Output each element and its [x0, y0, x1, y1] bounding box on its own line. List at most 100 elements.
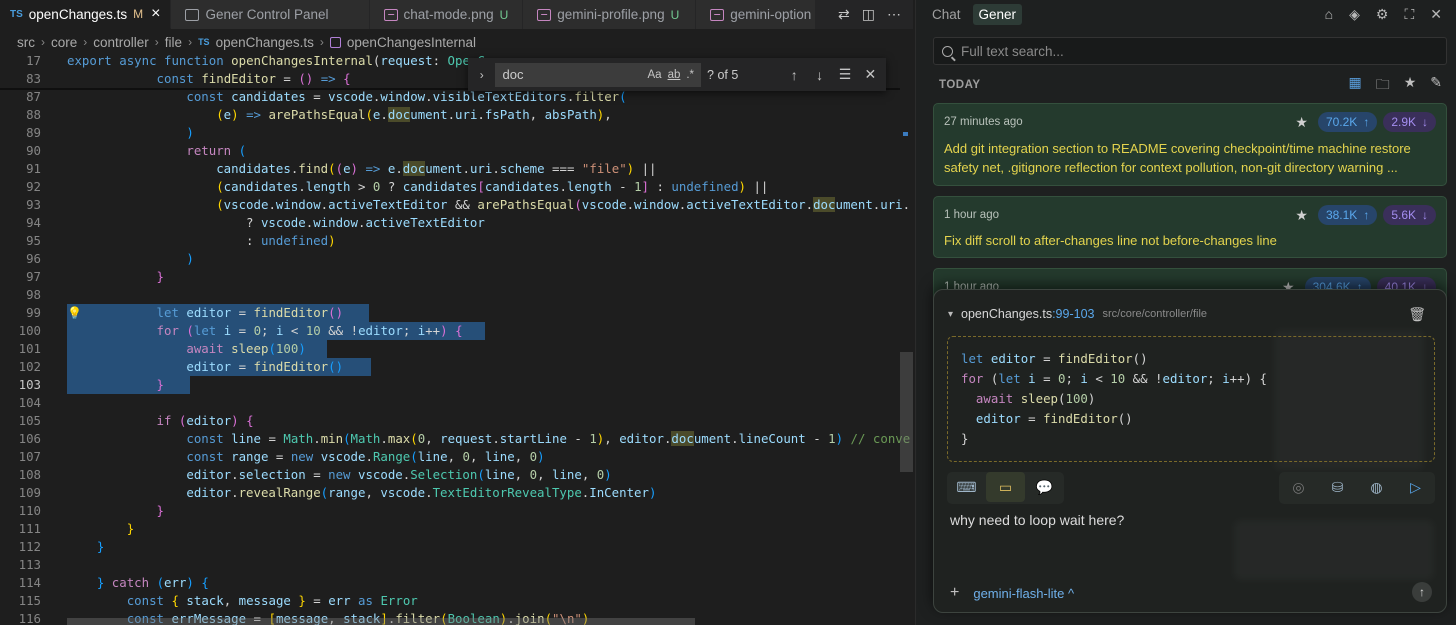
typescript-icon: TS — [198, 37, 210, 47]
code-line: 109 editor.revealRange(range, vscode.Tex… — [18, 485, 657, 500]
presentation-icon[interactable]: ▭ — [986, 472, 1025, 502]
breadcrumb-item[interactable]: openChangesInternal — [347, 35, 476, 50]
message-input[interactable]: why need to loop wait here? — [950, 512, 1124, 528]
folder-icon[interactable]: 🗀 — [1376, 74, 1390, 98]
plus-icon[interactable]: + — [950, 584, 959, 602]
match-case-icon[interactable]: Aa — [647, 69, 661, 81]
star-icon[interactable]: ★ — [1295, 207, 1308, 224]
horizontal-scrollbar[interactable] — [67, 618, 695, 625]
snippet-line: } — [961, 431, 969, 446]
typescript-icon: TS — [10, 8, 23, 20]
snippet-line: let editor = findEditor() — [961, 351, 1148, 366]
code-line: 92 (candidates.length > 0 ? candidates[c… — [26, 179, 769, 194]
code-line: 89 ) — [26, 125, 194, 140]
match-count: ? of 5 — [707, 67, 739, 82]
more-actions-icon[interactable]: ⋯ — [887, 6, 901, 23]
composer-toolbar: ⌨ ▭ 💬 ◎ ⛁ ◍ ▷ — [947, 472, 1435, 504]
close-icon[interactable]: ✕ — [861, 66, 880, 83]
breadcrumb-item[interactable]: src — [17, 35, 35, 50]
code-line: 106 const line = Math.min(Math.max(0, re… — [18, 431, 911, 446]
close-icon[interactable]: ✕ — [1430, 6, 1442, 23]
next-match-icon[interactable]: ↓ — [810, 67, 829, 83]
section-actions: ▦ 🗀 ★ ✎ — [1348, 74, 1442, 98]
calendar-icon[interactable]: ▦ — [1348, 74, 1361, 98]
context-header[interactable]: ▾ openChanges.ts:99-103 src/core/control… — [948, 307, 1207, 321]
breadcrumb-item[interactable]: controller — [93, 35, 149, 50]
previous-match-icon[interactable]: ↑ — [785, 67, 804, 83]
vertical-scrollbar[interactable] — [900, 352, 913, 472]
code-line: 114 } catch (err) { — [18, 575, 209, 590]
find-in-selection-icon[interactable]: ☰ — [835, 66, 854, 83]
code-line: 102 editor = findEditor() — [0, 358, 913, 376]
context-range: :99-103 — [1052, 307, 1095, 321]
tab-label: gemini-profile.png — [557, 7, 665, 22]
tab-label: openChanges.ts — [28, 6, 128, 22]
tab-openchanges[interactable]: TS openChanges.ts M × — [0, 0, 172, 29]
tab-gemini-option[interactable]: gemini-option — [696, 0, 817, 29]
code-snippet: let editor = findEditor() for (let i = 0… — [947, 336, 1435, 462]
star-icon[interactable]: ★ — [1295, 114, 1308, 131]
chevron-right-icon: › — [188, 35, 193, 49]
find-options: Aa ab .* — [647, 69, 694, 81]
history-card[interactable]: 27 minutes ago ★ 70.2K ↑ 2.9K ↓ Add git in… — [933, 103, 1447, 186]
find-input[interactable]: doc Aa ab .* — [495, 62, 702, 87]
tab-gener-control-panel[interactable]: Gener Control Panel — [171, 0, 370, 29]
star-icon[interactable]: ★ — [1404, 74, 1417, 98]
keyboard-icon[interactable]: ⌨ — [947, 472, 986, 502]
tab-chat-mode-png[interactable]: chat-mode.png U — [369, 0, 524, 29]
chat-bubbles-icon[interactable]: 💬 — [1025, 472, 1064, 502]
code-lines[interactable]: 17 export async function openChangesInter… — [0, 52, 913, 625]
tab-gener[interactable]: Gener — [972, 4, 1023, 25]
breadcrumb-item[interactable]: file — [165, 35, 182, 50]
history-card[interactable]: 1 hour ago ★ 38.1K ↑ 5.6K ↓ Fix diff scrol… — [933, 196, 1447, 258]
code-line: 103 } — [0, 376, 913, 394]
compare-changes-icon[interactable]: ⇄ — [838, 6, 850, 23]
globe-icon[interactable]: ◍ — [1357, 472, 1396, 502]
edit-icon[interactable]: ✎ — [1430, 74, 1442, 98]
breadcrumb-item[interactable]: core — [51, 35, 77, 50]
home-icon[interactable]: ⌂ — [1325, 6, 1333, 23]
tokens-down-badge: 2.9K ↓ — [1383, 112, 1436, 132]
toggle-replace-icon[interactable]: › — [474, 68, 489, 82]
drive-icon[interactable]: ⛁ — [1318, 472, 1357, 502]
expand-icon[interactable]: ⛶ — [1404, 6, 1414, 23]
arrow-up-icon: ↑ — [1363, 115, 1370, 129]
chevron-down-icon[interactable]: ▾ — [948, 309, 953, 320]
snippet-line: for (let i = 0; i < 10 && !editor; i++) … — [961, 371, 1267, 386]
code-line: 💡 99 let editor = findEditor() — [0, 304, 913, 322]
model-selector[interactable]: gemini-flash-lite ^ — [973, 586, 1074, 601]
tab-chat[interactable]: Chat — [926, 4, 967, 25]
split-editor-icon[interactable]: ◫ — [862, 6, 875, 23]
tokens-up-badge: 70.2K ↑ — [1317, 112, 1378, 132]
panel-icon — [185, 8, 200, 21]
code-line: 93 (vscode.window.activeTextEditor && ar… — [26, 197, 911, 212]
card-time: 27 minutes ago — [944, 116, 1023, 128]
overview-ruler[interactable] — [900, 52, 913, 625]
card-message: Fix diff scroll to after-changes line no… — [944, 233, 1277, 248]
find-widget: › doc Aa ab .* ? of 5 ↑ ↓ ☰ ✕ — [468, 58, 886, 91]
github-icon[interactable]: ◎ — [1279, 472, 1318, 502]
trash-icon[interactable]: 🗑 — [1408, 306, 1426, 323]
arrow-down-icon: ↓ — [1422, 115, 1428, 129]
breadcrumb-item[interactable]: openChanges.ts — [216, 35, 314, 50]
code-line: 107 const range = new vscode.Range(line,… — [18, 449, 545, 464]
close-icon[interactable]: × — [151, 5, 160, 23]
tab-label: Gener Control Panel — [205, 7, 329, 22]
code-line: 111 } — [18, 521, 135, 536]
chevron-up-icon: ^ — [1068, 585, 1075, 601]
layers-icon[interactable]: ◈ — [1349, 6, 1360, 23]
context-path: src/core/controller/file — [1102, 308, 1208, 320]
play-icon[interactable]: ▷ — [1396, 472, 1435, 502]
tab-gemini-profile-png[interactable]: gemini-profile.png U — [523, 0, 697, 29]
arrow-down-icon: ↓ — [1422, 208, 1428, 222]
code-line: 96 ) — [26, 251, 194, 266]
gear-icon[interactable]: ⚙ — [1376, 6, 1389, 23]
full-text-search[interactable]: Full text search... — [933, 37, 1447, 65]
snippet-line: editor = findEditor() — [975, 411, 1133, 426]
panel-actions: ⌂ ◈ ⚙ ⛶ ✕ — [1325, 6, 1456, 23]
code-line: 88 (e) => arePathsEqual(e.document.uri.f… — [26, 107, 612, 122]
code-editor[interactable]: TS openChanges.ts M × Gener Control Pane… — [0, 0, 913, 625]
whole-word-icon[interactable]: ab — [668, 69, 681, 81]
send-button[interactable]: ↑ — [1412, 582, 1432, 602]
regex-icon[interactable]: .* — [686, 69, 694, 81]
